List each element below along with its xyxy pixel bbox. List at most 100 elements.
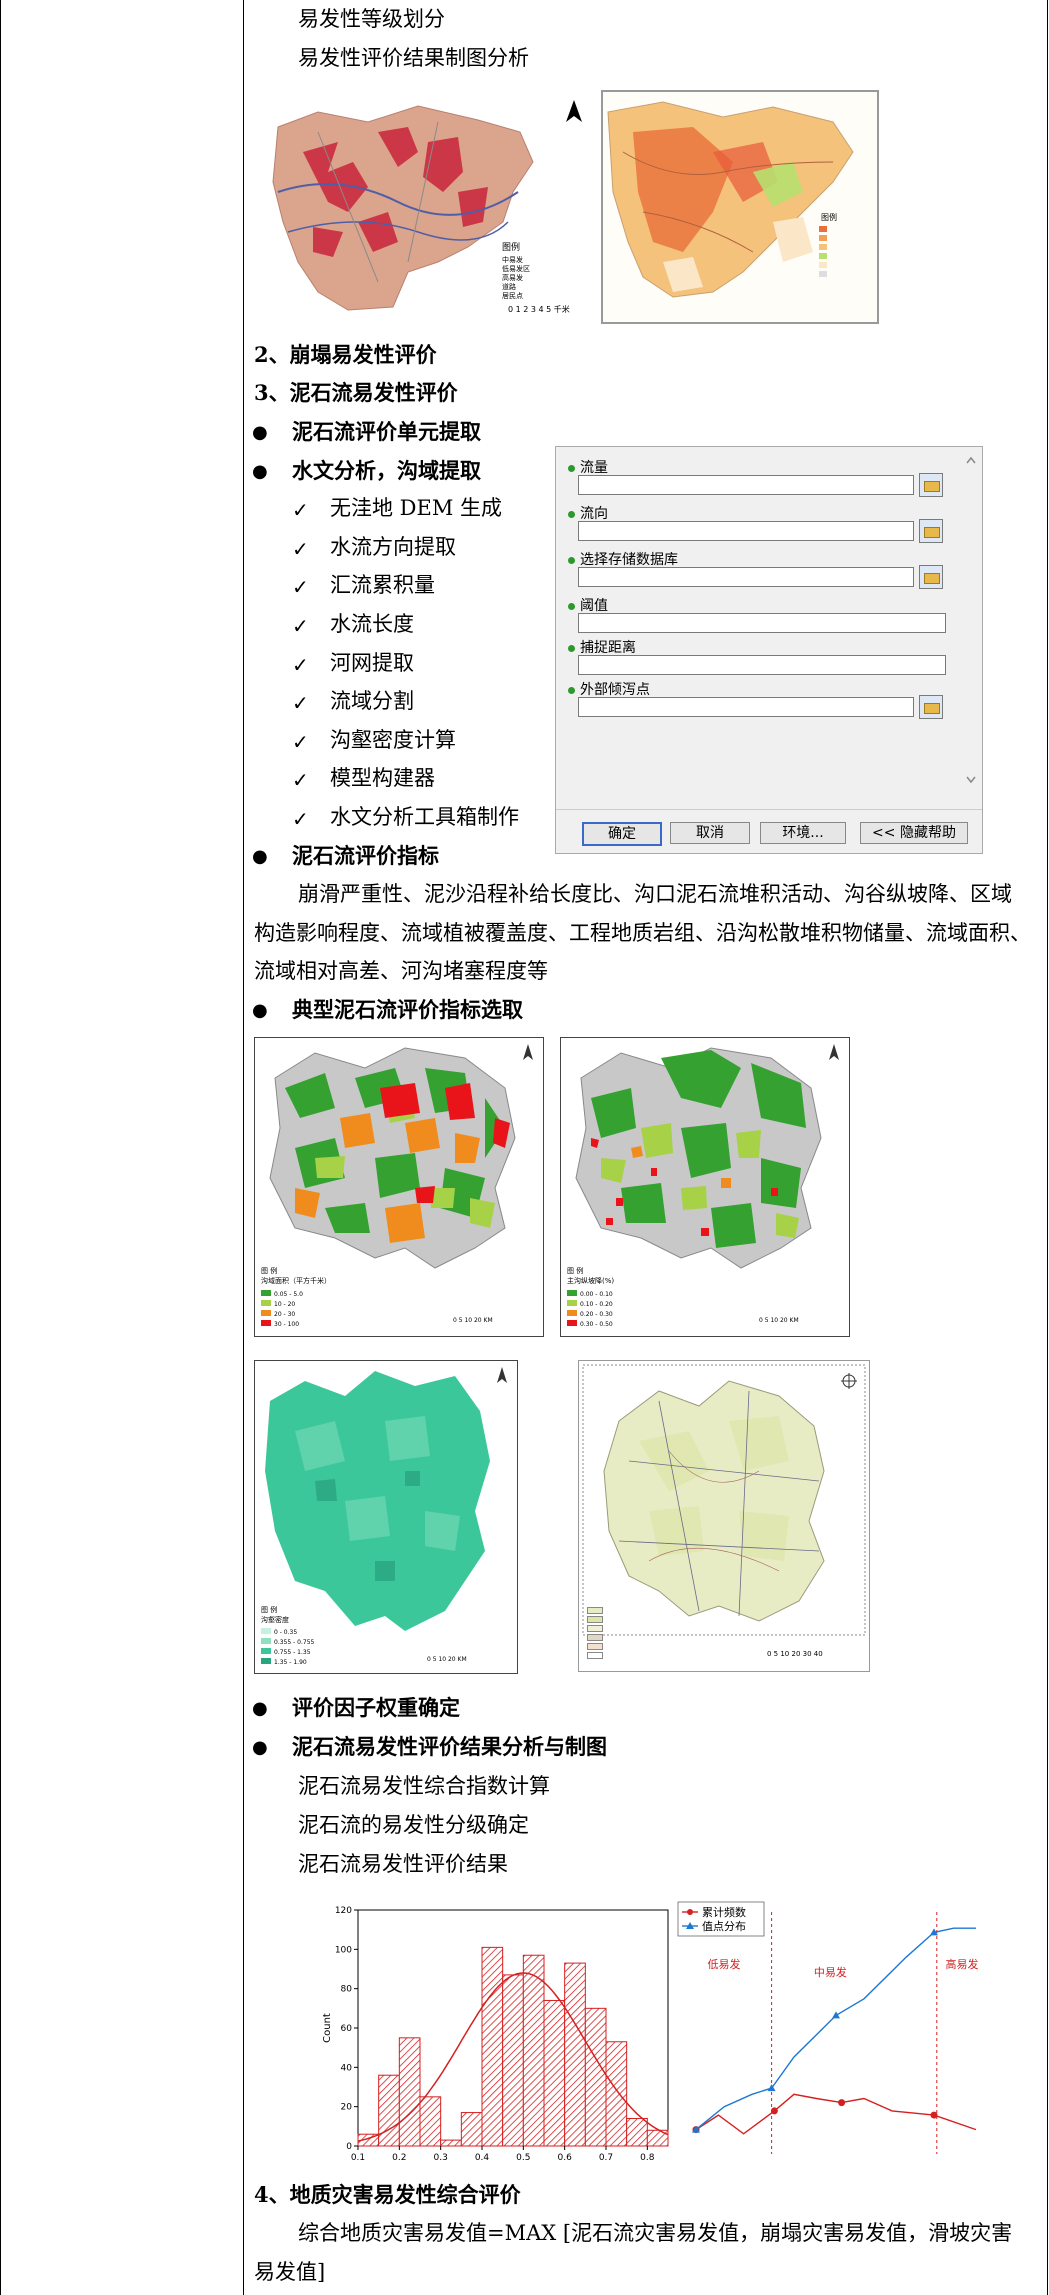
cancel-button[interactable]: 取消 [670,822,750,844]
heading-comprehensive: 4、地质灾害易发性综合评价 [254,2182,521,2207]
x-tick-label: 0.6 [558,2153,573,2163]
paragraph-line: 流域相对高差、河沟堵塞程度等 [254,959,548,983]
check-item: 水流方向提取 [330,535,456,559]
map-c-legend-item: 0 - 0.35 [274,1629,298,1636]
map-b-legend-item: 0.20 - 0.30 [580,1311,613,1318]
check-item: 沟壑密度计算 [330,728,456,752]
map1-scale: 0 1 2 3 4 5 千米 [508,305,570,314]
class-annotation: 低易发 [708,1957,741,1971]
check-icon: ✓ [292,807,309,831]
map-a-scale: 0 5 10 20 KM [453,1317,493,1324]
histogram-bar [398,2037,421,2147]
paragraph-line: 崩滑严重性、泥沙沿程补给长度比、沟口泥石流堆积活动、沟谷纵坡降、区域 [298,882,1012,906]
dialog-field-label: 阈值 [568,595,608,615]
check-item: 水文分析工具箱制作 [330,805,519,829]
pour-point-input[interactable] [578,697,914,717]
output-database-input[interactable] [578,567,914,587]
north-arrow-icon [523,1044,533,1060]
map-b-legend-item: 0.00 - 0.10 [580,1291,613,1298]
map-c-legend-item: 0.755 - 1.35 [274,1649,311,1656]
snap-distance-input[interactable] [578,655,946,675]
map-c-legend-subtitle: 沟壑密度 [261,1616,289,1624]
bullet-evaluation-index: 泥石流评价指标 [292,843,439,868]
north-arrow-icon [497,1367,507,1383]
map1-legend-item: 高易发 [502,274,523,282]
environment-button[interactable]: 环境... [760,822,846,844]
text-line-index-calc: 泥石流易发性综合指数计算 [298,1774,550,1798]
browse-folder-icon[interactable] [919,519,943,543]
check-icon: ✓ [292,768,309,792]
series-point [838,2099,846,2107]
map1-legend: 中易发 低易发区 高易发 道路 居民点 [502,256,530,301]
map-b-legend-item: 0.10 - 0.20 [580,1301,613,1308]
watershed-area-map-image: 图 例 沟域面积（平方千米） 0.05 - 5.0 10 - 20 20 - 3… [254,1037,544,1337]
check-icon: ✓ [292,614,309,638]
y-tick-label: 0 [346,2142,352,2152]
hydrology-tool-dialog: 流量 流向 选择存储数据库 阈值 捕捉距离 外部倾泻点 确定 取消 环境... … [555,446,983,854]
series-point [832,2011,840,2019]
x-tick-label: 0.8 [640,2153,655,2163]
y-tick-label: 100 [335,1945,352,1955]
north-arrow-icon [829,1044,839,1060]
histogram-bar [605,2041,628,2147]
flow-direction-input[interactable] [578,521,914,541]
histogram-bar [440,2139,462,2147]
check-item: 模型构建器 [330,766,435,790]
dialog-field-label: 流向 [568,503,608,523]
ok-button[interactable]: 确定 [582,822,662,846]
histogram-bar [419,2096,442,2147]
hide-help-button[interactable]: << 隐藏帮助 [860,822,968,844]
histogram-bar [564,1962,586,2147]
map-a-legend-item: 30 - 100 [274,1321,300,1328]
legend-label: 累计频数 [702,1905,746,1919]
map-a-legend-subtitle: 沟域面积（平方千米） [261,1277,331,1285]
bullet-icon: ● [252,461,268,482]
bullet-index-selection: 典型泥石流评价指标选取 [292,997,523,1022]
map1-legend-title: 图例 [502,243,521,253]
map-b-scale: 0 5 10 20 KM [759,1317,799,1324]
series-point [770,2107,778,2115]
check-icon: ✓ [292,730,309,754]
bullet-weight: 评价因子权重确定 [292,1695,460,1720]
map-c-legend-item: 0.355 - 0.755 [274,1639,315,1646]
map1-legend-item: 低易发区 [502,265,530,273]
y-axis-label: Count [322,2013,333,2043]
check-item: 汇流累积量 [330,573,435,597]
threshold-input[interactable] [578,613,946,633]
map-a-legend-item: 10 - 20 [274,1301,296,1308]
bullet-icon: ● [252,1000,268,1021]
paragraph-line: 综合地质灾害易发值=MAX [泥石流灾害易发值，崩塌灾害易发值，滑坡灾害 [298,2221,1013,2245]
histogram-bar [378,2074,400,2147]
check-item: 无洼地 DEM 生成 [330,496,503,520]
map1-legend-item: 道路 [502,283,516,291]
dialog-scrollbar[interactable] [964,455,978,785]
bullet-icon: ● [252,846,268,867]
table-column-divider [243,0,244,2295]
browse-folder-icon[interactable] [919,695,943,719]
check-item: 水流长度 [330,612,414,636]
histogram-bar [460,2112,483,2147]
flow-accumulation-input[interactable] [578,475,914,495]
histogram-chart: 0 20 40 60 80 100 120 0.1 0.2 0.3 0.4 0.5 0.6 0.7 0.8 C… [322,1906,669,2163]
check-item: 河网提取 [330,651,414,675]
y-tick-label: 40 [341,2063,353,2073]
map-c-legend-title: 图 例 [261,1606,278,1614]
map-a-legend: 0.05 - 5.0 10 - 20 20 - 30 30 - 100 [261,1290,303,1330]
browse-folder-icon[interactable] [919,565,943,589]
histogram-bar [584,2007,607,2147]
heading-collapse: 2、崩塌易发性评价 [254,342,437,367]
histogram-bar [481,1946,504,2147]
legend-marker [687,1909,693,1915]
map-b-legend: 0.00 - 0.10 0.10 - 0.20 0.20 - 0.30 0.30… [567,1290,613,1330]
text-line-result: 泥石流易发性评价结果 [298,1852,508,1876]
dialog-separator [556,809,982,810]
bullet-hydro-analysis: 水文分析，沟域提取 [292,458,481,483]
dialog-field-label: 流量 [568,457,608,477]
check-icon: ✓ [292,653,309,677]
browse-folder-icon[interactable] [919,473,943,497]
histogram-bar [502,1974,524,2147]
check-item: 流域分割 [330,689,414,713]
series-point [930,2111,938,2119]
map1-legend-item: 居民点 [502,292,523,300]
map-b-legend-item: 0.30 - 0.50 [580,1321,613,1328]
